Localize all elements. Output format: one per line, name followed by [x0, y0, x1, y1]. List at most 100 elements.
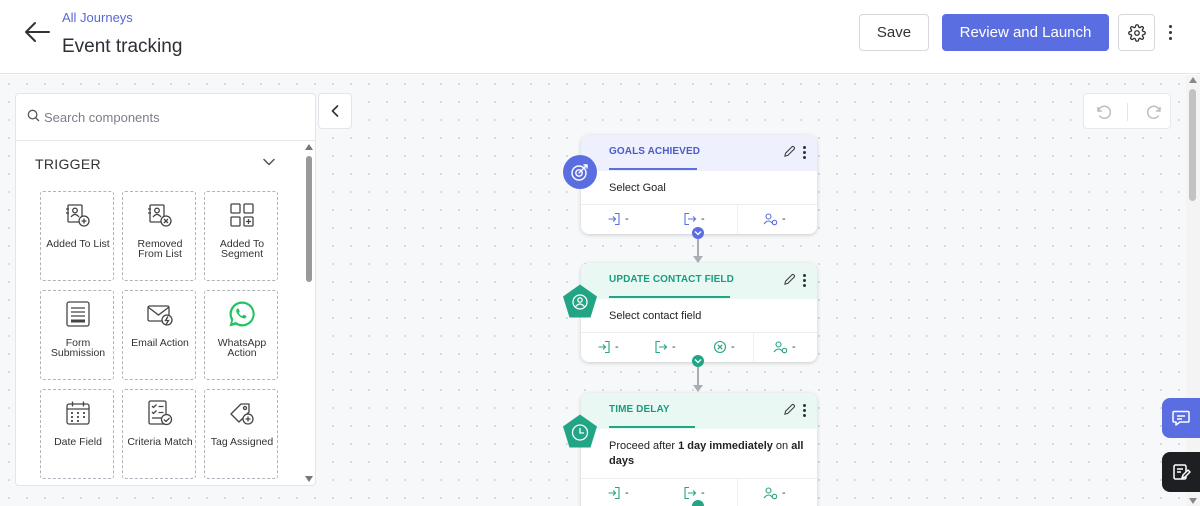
- journey-node-update-contact-field[interactable]: UPDATE CONTACT FIELD Select contact fiel…: [581, 263, 817, 362]
- footer-divider: [737, 479, 738, 506]
- component-label: Email Action: [131, 337, 189, 349]
- undo-redo-toolbar: [1083, 93, 1171, 129]
- entry-stat[interactable]: -: [607, 212, 629, 226]
- component-label: Tag Assigned: [210, 436, 274, 448]
- users-icon: [773, 341, 788, 354]
- clock-icon: [563, 414, 597, 448]
- connector-arrowhead: [693, 256, 703, 263]
- connector-arrowhead: [693, 385, 703, 392]
- component-label: Date Field: [54, 436, 102, 448]
- notes-button[interactable]: [1162, 452, 1200, 492]
- pencil-icon[interactable]: [783, 273, 796, 286]
- component-tag-assigned[interactable]: Tag Assigned: [204, 389, 278, 479]
- pencil-icon[interactable]: [783, 145, 796, 158]
- gear-icon: [1127, 23, 1146, 42]
- checklist-icon: [148, 400, 173, 426]
- node-menu-icon[interactable]: [800, 404, 808, 418]
- scroll-up-arrow[interactable]: [1189, 77, 1197, 83]
- error-circle-icon: [713, 340, 727, 354]
- node-body[interactable]: Select contact field: [609, 309, 701, 324]
- pencil-icon[interactable]: [783, 403, 796, 416]
- contacts-stat[interactable]: -: [763, 486, 786, 500]
- review-and-launch-button[interactable]: Review and Launch: [942, 14, 1109, 51]
- exit-stat[interactable]: -: [683, 212, 705, 226]
- component-date-field[interactable]: Date Field: [40, 389, 114, 479]
- users-icon: [763, 487, 778, 500]
- component-label: Form Submission: [50, 337, 106, 359]
- footer-divider: [737, 205, 738, 234]
- node-header: UPDATE CONTACT FIELD: [581, 263, 817, 299]
- canvas-scrollbar[interactable]: [1186, 75, 1200, 506]
- component-criteria-match[interactable]: Criteria Match: [122, 389, 196, 479]
- entry-count: -: [625, 487, 629, 499]
- journey-node-time-delay[interactable]: TIME DELAY Proceed after 1 day immediate…: [581, 393, 817, 506]
- exit-stat[interactable]: -: [654, 340, 676, 354]
- contacts-count: -: [782, 213, 786, 225]
- component-label: Added To Segment: [219, 238, 265, 260]
- failed-stat[interactable]: -: [713, 340, 735, 354]
- entry-stat[interactable]: -: [597, 340, 619, 354]
- connector-line: [697, 367, 699, 386]
- settings-gear-button[interactable]: [1118, 14, 1155, 51]
- contacts-stat[interactable]: -: [773, 340, 796, 354]
- footer-divider: [753, 333, 754, 362]
- sign-out-icon: [684, 212, 697, 226]
- journey-node-goals-achieved[interactable]: GOALS ACHIEVED Select Goal - - -: [581, 135, 817, 234]
- segment-add-icon: [230, 203, 254, 227]
- delay-text: on: [772, 440, 792, 452]
- redo-icon[interactable]: [1146, 103, 1164, 121]
- contacts-stat[interactable]: -: [763, 212, 786, 226]
- save-button[interactable]: Save: [859, 14, 929, 51]
- panel-scrollbar[interactable]: [303, 142, 315, 485]
- node-header: GOALS ACHIEVED: [581, 135, 817, 171]
- back-arrow-icon[interactable]: [22, 18, 52, 46]
- connector-chevron-icon[interactable]: [692, 500, 704, 506]
- search-components-input[interactable]: [44, 106, 304, 128]
- failed-count: -: [731, 341, 735, 353]
- section-title: TRIGGER: [35, 156, 101, 172]
- contacts-count: -: [782, 487, 786, 499]
- user-list-remove-icon: [148, 204, 172, 227]
- node-title: TIME DELAY: [609, 404, 670, 415]
- chat-support-button[interactable]: [1162, 398, 1200, 438]
- delay-duration: 1 day immediately: [678, 440, 773, 452]
- entry-count: -: [625, 213, 629, 225]
- node-menu-icon[interactable]: [800, 146, 808, 160]
- component-label: Removed From List: [137, 238, 183, 260]
- scroll-thumb[interactable]: [1189, 89, 1196, 201]
- node-menu-icon[interactable]: [800, 274, 808, 288]
- exit-count: -: [672, 341, 676, 353]
- component-label: Added To List: [46, 238, 110, 250]
- trigger-section-header[interactable]: TRIGGER: [16, 142, 306, 184]
- node-body[interactable]: Select Goal: [609, 181, 666, 196]
- component-added-to-list[interactable]: Added To List: [40, 191, 114, 281]
- collapse-panel-button[interactable]: [318, 93, 352, 129]
- panel-scroll-thumb[interactable]: [306, 156, 312, 282]
- exit-stat[interactable]: -: [683, 486, 705, 500]
- breadcrumb-all-journeys[interactable]: All Journeys: [62, 10, 133, 25]
- component-whatsapp-action[interactable]: WhatsApp Action: [204, 290, 278, 380]
- more-options-icon[interactable]: [1163, 20, 1177, 44]
- panel-scroll-down-arrow[interactable]: [305, 476, 313, 482]
- node-title: GOALS ACHIEVED: [609, 146, 701, 157]
- chat-icon: [1172, 410, 1190, 426]
- component-form-submission[interactable]: Form Submission: [40, 290, 114, 380]
- user-list-add-icon: [66, 204, 90, 227]
- connector-chevron-icon[interactable]: [692, 355, 704, 367]
- node-title: UPDATE CONTACT FIELD: [609, 274, 734, 285]
- component-removed-from-list[interactable]: Removed From List: [122, 191, 196, 281]
- connector-chevron-icon[interactable]: [692, 227, 704, 239]
- page-title: Event tracking: [62, 36, 183, 57]
- node-body[interactable]: Proceed after 1 day immediately on all d…: [609, 439, 809, 469]
- delay-text: Proceed after: [609, 440, 679, 452]
- scroll-down-arrow[interactable]: [1189, 498, 1197, 504]
- panel-scroll-up-arrow[interactable]: [305, 144, 313, 150]
- component-email-action[interactable]: Email Action: [122, 290, 196, 380]
- component-added-to-segment[interactable]: Added To Segment: [204, 191, 278, 281]
- entry-stat[interactable]: -: [607, 486, 629, 500]
- exit-count: -: [701, 213, 705, 225]
- contacts-count: -: [792, 341, 796, 353]
- undo-icon[interactable]: [1094, 103, 1112, 121]
- component-label: Criteria Match: [127, 436, 193, 448]
- sign-in-icon: [598, 340, 610, 354]
